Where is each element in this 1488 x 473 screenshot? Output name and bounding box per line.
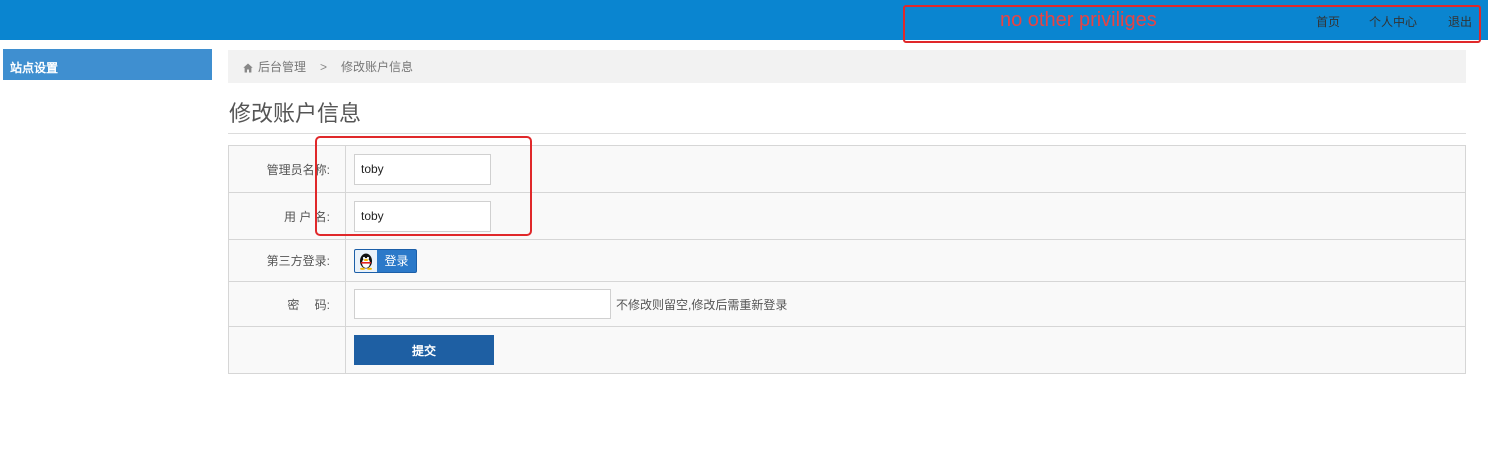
annotation-box-form [315,136,532,236]
form-row-password: 密 码: 不修改则留空,修改后需重新登录 [229,282,1465,327]
form-row-third-party: 第三方登录: 登录 [229,240,1465,282]
password-hint: 不修改则留空,修改后需重新登录 [616,297,788,312]
breadcrumb-separator: > [320,59,328,74]
third-party-label: 第三方登录: [229,240,346,281]
sidebar-item-site-settings[interactable]: 站点设置 [3,49,212,80]
password-label: 密 码: [229,282,346,326]
sidebar-item-label: 站点设置 [10,61,59,75]
title-divider [228,133,1466,134]
annotation-box-header [903,5,1481,43]
annotation-note: no other priviliges [1000,9,1157,31]
breadcrumb-current: 修改账户信息 [341,60,414,74]
qq-login-button[interactable]: 登录 [354,248,417,273]
password-input[interactable] [354,289,611,319]
breadcrumb: 后台管理 > 修改账户信息 [228,50,1466,83]
submit-button[interactable]: 提交 [354,335,494,365]
qq-penguin-icon [355,249,377,272]
qq-login-label: 登录 [384,254,409,268]
breadcrumb-root[interactable]: 后台管理 [258,58,306,75]
home-icon [243,62,253,72]
page-title: 修改账户信息 [229,101,362,126]
form-row-submit: 提交 [229,327,1465,373]
